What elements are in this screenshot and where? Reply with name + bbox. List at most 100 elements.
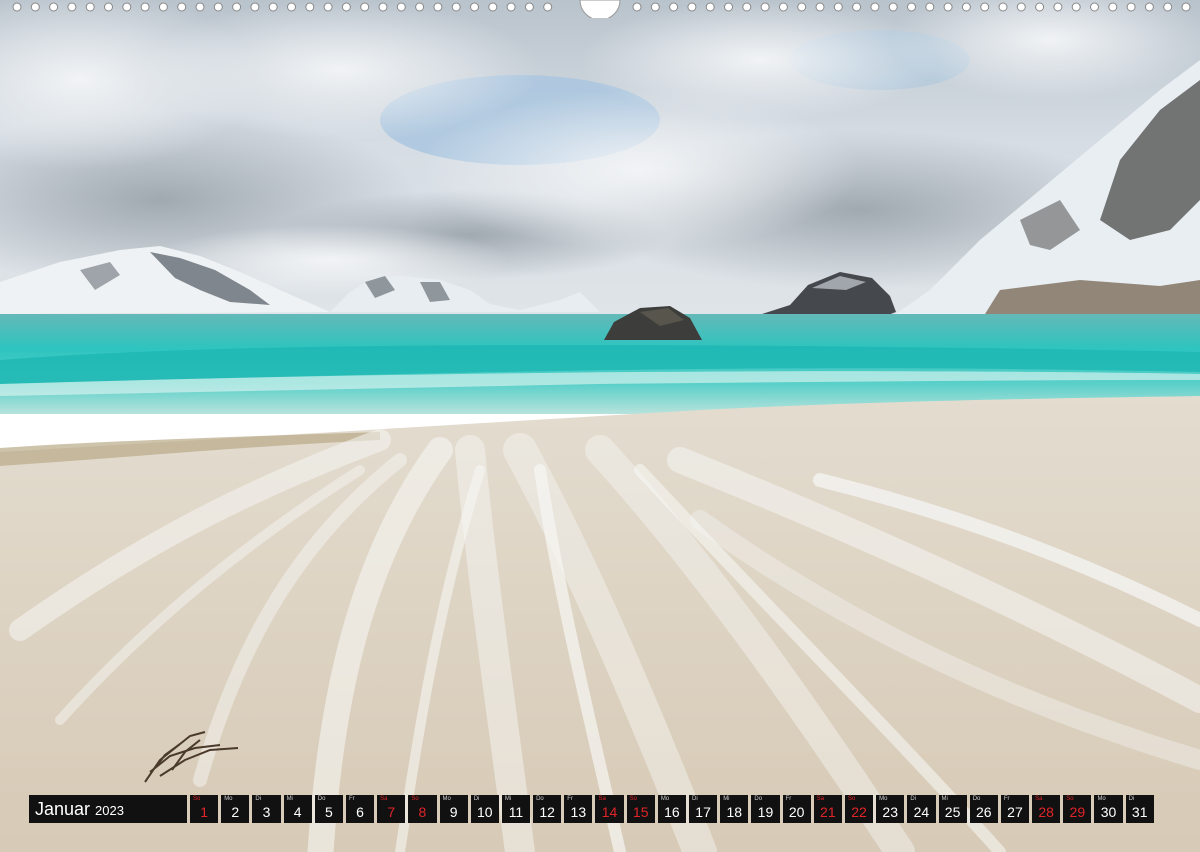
weekday-label: So (411, 796, 419, 802)
day-number: 20 (788, 804, 805, 820)
weekday-label: Di (473, 796, 480, 802)
weekday-label: Mo (442, 796, 451, 802)
binding-ring (12, 2, 22, 12)
binding-ring (506, 2, 516, 12)
binding-ring (67, 2, 77, 12)
weekday-label: Mi (723, 796, 730, 802)
binding-ring (742, 2, 752, 12)
day-cell: Mo 23 (876, 795, 905, 823)
binding-ring (980, 2, 990, 12)
binding-ring (470, 2, 479, 12)
weekday-label: Mo (660, 796, 670, 802)
binding-ring (287, 2, 296, 12)
day-cell: Mi 11 (501, 795, 531, 823)
weekday-label: Mi (504, 796, 512, 802)
day-number: 31 (1131, 804, 1148, 820)
binding-ring (323, 2, 333, 12)
weekday-label: Mo (1097, 796, 1106, 802)
day-cell: Di 3 (252, 795, 281, 823)
binding-ring (650, 2, 660, 12)
weekday-label: Sa (816, 796, 825, 802)
binding-ring (30, 2, 40, 12)
day-number: 24 (913, 804, 930, 820)
binding-ring (669, 2, 679, 12)
weekday-label: Sa (380, 796, 388, 802)
day-cell: Sa 28 (1032, 795, 1061, 823)
day-number: 28 (1038, 804, 1054, 820)
binding-ring (488, 2, 498, 12)
day-number: 15 (632, 804, 649, 820)
day-cell: Sa 7 (377, 795, 406, 823)
weekday-label: So (847, 796, 856, 802)
hanger-notch (579, 0, 621, 18)
binding-ring (104, 2, 113, 12)
binding-ring (705, 2, 715, 12)
binding-ring (833, 2, 843, 12)
binding-ring (305, 2, 315, 12)
binding-ring (158, 2, 168, 12)
binding-ring (1035, 2, 1045, 12)
calendar-strip: Januar 2023 So 1 Mo 2 Di 3 Mi 4 Do 5 Fr 6 Sa 7 So 8 Mo 9 D… (29, 795, 1171, 823)
binding-ring (943, 2, 953, 12)
weekday-label: Do (536, 796, 544, 802)
binding-ring (49, 2, 59, 12)
weekday-label: Mi (941, 796, 948, 802)
day-number: 2 (231, 804, 240, 820)
binding-ring (724, 2, 733, 12)
day-number: 30 (1100, 804, 1117, 820)
weekday-label: Do (972, 796, 981, 802)
weekday-label: Fr (1003, 796, 1010, 802)
calendar-page: Januar 2023 So 1 Mo 2 Di 3 Mi 4 Do 5 Fr 6 Sa 7 So 8 Mo 9 D… (0, 0, 1200, 852)
weekday-label: So (193, 796, 201, 802)
binding-ring (177, 2, 187, 12)
day-number: 27 (1007, 804, 1023, 820)
day-cell: Mo 30 (1094, 795, 1123, 823)
day-cell: Di 10 (470, 795, 499, 823)
day-number: 10 (476, 804, 493, 820)
weekday-label: So (1066, 796, 1074, 802)
weekday-label: Sa (1035, 796, 1043, 802)
binding-ring (250, 2, 260, 12)
day-number: 26 (975, 804, 992, 820)
weekday-label: Fr (785, 796, 792, 802)
day-number: 29 (1069, 804, 1086, 820)
binding-ring (1016, 2, 1026, 12)
weekday-label: Mo (879, 796, 888, 802)
binding-ring (213, 2, 223, 12)
weekday-label: Di (1128, 796, 1135, 802)
day-number: 11 (508, 804, 524, 820)
month-label-box: Januar 2023 (29, 795, 187, 823)
day-number: 1 (200, 804, 208, 820)
weekday-label: So (629, 796, 637, 802)
day-cell: Mi 4 (283, 795, 312, 823)
day-cell: So 15 (626, 795, 655, 823)
day-number: 6 (356, 804, 364, 820)
weekday-label: Do (317, 796, 326, 802)
binding-ring (1126, 2, 1136, 12)
day-cell: So 29 (1063, 795, 1092, 823)
day-cell: Mi 25 (938, 795, 967, 823)
binding-ring (341, 2, 351, 12)
weekday-label: Di (692, 796, 698, 802)
day-number: 8 (418, 804, 427, 820)
day-cell: Mi 18 (720, 795, 749, 823)
binding-ring (778, 2, 788, 12)
day-cell: Sa 14 (595, 795, 624, 823)
day-number: 4 (293, 804, 302, 820)
binding-ring (140, 2, 150, 12)
binding-ring (760, 2, 770, 12)
day-cell: Mo 9 (439, 795, 468, 823)
weekday-label: Di (910, 796, 916, 802)
weekday-label: Mo (224, 796, 233, 802)
binding-ring (451, 2, 461, 12)
day-number: 18 (726, 804, 743, 820)
binding-ring (543, 2, 553, 12)
weekday-label: Fr (348, 796, 355, 802)
day-cell: Do 26 (969, 795, 998, 823)
day-number: 17 (695, 804, 711, 820)
binding-ring (1090, 2, 1099, 12)
binding-ring (852, 2, 862, 12)
binding-ring (232, 2, 242, 12)
binding-ring (632, 2, 642, 12)
day-cell: Do 19 (751, 795, 780, 823)
